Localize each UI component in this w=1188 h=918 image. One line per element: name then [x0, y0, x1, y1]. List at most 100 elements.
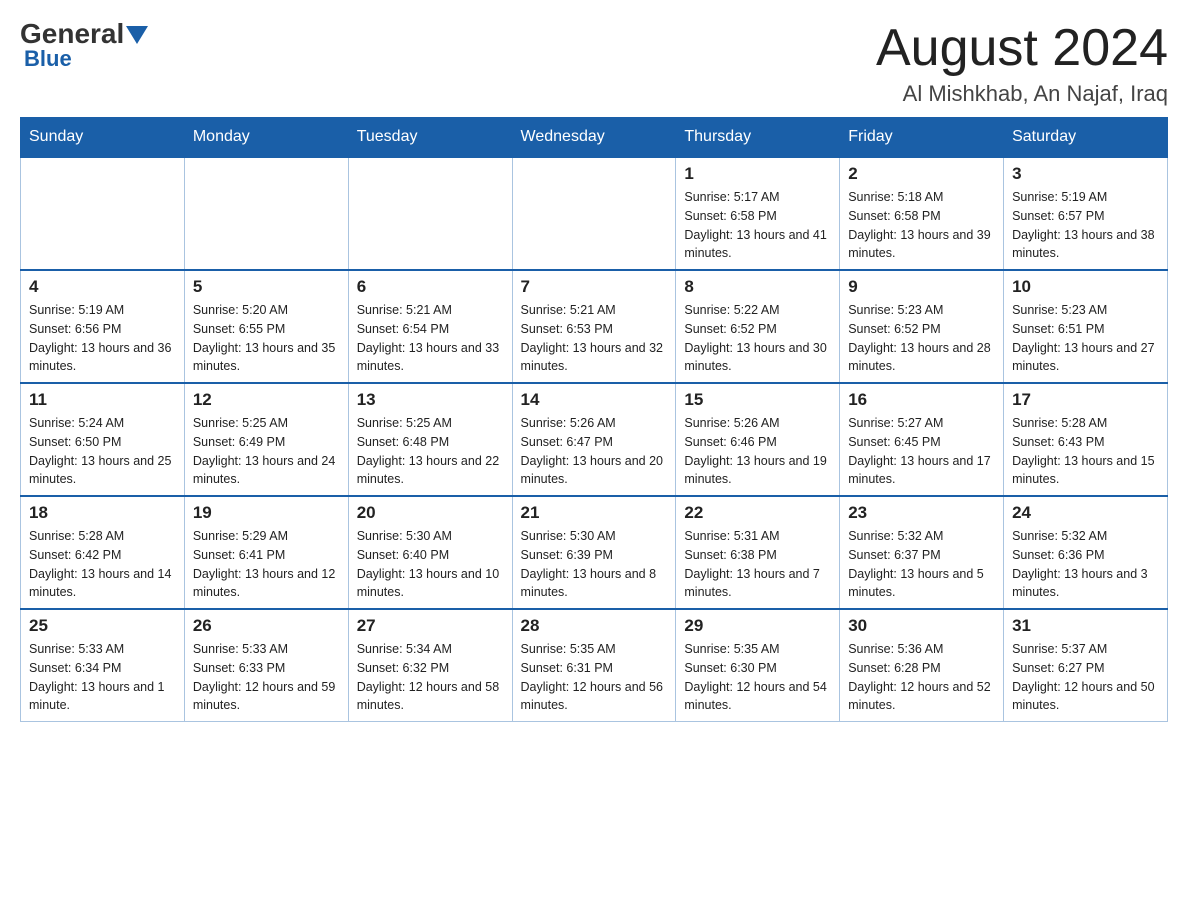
calendar-cell: 14 Sunrise: 5:26 AMSunset: 6:47 PMDayligh… [512, 383, 676, 496]
day-number: 15 [684, 390, 831, 410]
day-number: 16 [848, 390, 995, 410]
calendar-cell: 11Sunrise: 5:24 AMSunset: 6:50 PMDayligh… [21, 383, 185, 496]
weekday-header-sunday: Sunday [21, 118, 185, 158]
calendar-cell: 7 Sunrise: 5:21 AMSunset: 6:53 PMDaylight… [512, 270, 676, 383]
calendar-cell: 31Sunrise: 5:37 AMSunset: 6:27 PMDayligh… [1004, 609, 1168, 722]
day-number: 20 [357, 503, 504, 523]
calendar-cell: 29Sunrise: 5:35 AMSunset: 6:30 PMDayligh… [676, 609, 840, 722]
day-info: Sunrise: 5:23 AMSunset: 6:51 PMDaylight:… [1012, 303, 1154, 373]
weekday-header-friday: Friday [840, 118, 1004, 158]
day-info: Sunrise: 5:19 AMSunset: 6:56 PMDaylight:… [29, 303, 171, 373]
day-number: 31 [1012, 616, 1159, 636]
day-number: 10 [1012, 277, 1159, 297]
calendar-cell: 21Sunrise: 5:30 AMSunset: 6:39 PMDayligh… [512, 496, 676, 609]
day-number: 5 [193, 277, 340, 297]
day-info: Sunrise: 5:30 AMSunset: 6:40 PMDaylight:… [357, 529, 499, 599]
day-number: 12 [193, 390, 340, 410]
day-info: Sunrise: 5:21 AMSunset: 6:53 PMDaylight:… [521, 303, 663, 373]
calendar-cell: 13 Sunrise: 5:25 AMSunset: 6:48 PMDayligh… [348, 383, 512, 496]
day-info: Sunrise: 5:34 AMSunset: 6:32 PMDaylight:… [357, 642, 499, 712]
day-info: Sunrise: 5:17 AMSunset: 6:58 PMDaylight:… [684, 190, 826, 260]
calendar-cell: 6 Sunrise: 5:21 AMSunset: 6:54 PMDaylight… [348, 270, 512, 383]
calendar-cell: 10 Sunrise: 5:23 AMSunset: 6:51 PMDayligh… [1004, 270, 1168, 383]
day-number: 13 [357, 390, 504, 410]
day-info: Sunrise: 5:23 AMSunset: 6:52 PMDaylight:… [848, 303, 990, 373]
day-number: 6 [357, 277, 504, 297]
day-info: Sunrise: 5:26 AMSunset: 6:47 PMDaylight:… [521, 416, 663, 486]
location-title: Al Mishkhab, An Najaf, Iraq [876, 81, 1168, 107]
day-info: Sunrise: 5:33 AMSunset: 6:33 PMDaylight:… [193, 642, 335, 712]
logo: General Blue [20, 20, 148, 72]
day-info: Sunrise: 5:25 AMSunset: 6:48 PMDaylight:… [357, 416, 499, 486]
weekday-header-saturday: Saturday [1004, 118, 1168, 158]
day-number: 8 [684, 277, 831, 297]
calendar-cell: 20 Sunrise: 5:30 AMSunset: 6:40 PMDayligh… [348, 496, 512, 609]
day-number: 26 [193, 616, 340, 636]
calendar-cell: 19 Sunrise: 5:29 AMSunset: 6:41 PMDayligh… [184, 496, 348, 609]
day-number: 22 [684, 503, 831, 523]
day-info: Sunrise: 5:25 AMSunset: 6:49 PMDaylight:… [193, 416, 335, 486]
day-number: 4 [29, 277, 176, 297]
calendar-cell: 27Sunrise: 5:34 AMSunset: 6:32 PMDayligh… [348, 609, 512, 722]
day-info: Sunrise: 5:30 AMSunset: 6:39 PMDaylight:… [521, 529, 657, 599]
weekday-header-monday: Monday [184, 118, 348, 158]
calendar-cell: 2 Sunrise: 5:18 AMSunset: 6:58 PMDaylight… [840, 157, 1004, 270]
calendar-cell: 1 Sunrise: 5:17 AMSunset: 6:58 PMDaylight… [676, 157, 840, 270]
title-block: August 2024 Al Mishkhab, An Najaf, Iraq [876, 20, 1168, 107]
calendar-cell: 24 Sunrise: 5:32 AMSunset: 6:36 PMDayligh… [1004, 496, 1168, 609]
day-info: Sunrise: 5:28 AMSunset: 6:42 PMDaylight:… [29, 529, 171, 599]
calendar-cell: 9 Sunrise: 5:23 AMSunset: 6:52 PMDaylight… [840, 270, 1004, 383]
day-number: 2 [848, 164, 995, 184]
day-number: 19 [193, 503, 340, 523]
day-info: Sunrise: 5:27 AMSunset: 6:45 PMDaylight:… [848, 416, 990, 486]
month-title: August 2024 [876, 20, 1168, 77]
weekday-header-wednesday: Wednesday [512, 118, 676, 158]
calendar-cell: 8 Sunrise: 5:22 AMSunset: 6:52 PMDaylight… [676, 270, 840, 383]
page-header: General Blue August 2024 Al Mishkhab, An… [20, 20, 1168, 107]
calendar-cell: 12 Sunrise: 5:25 AMSunset: 6:49 PMDayligh… [184, 383, 348, 496]
calendar-cell [348, 157, 512, 270]
calendar-cell: 22Sunrise: 5:31 AMSunset: 6:38 PMDayligh… [676, 496, 840, 609]
day-info: Sunrise: 5:20 AMSunset: 6:55 PMDaylight:… [193, 303, 335, 373]
day-info: Sunrise: 5:18 AMSunset: 6:58 PMDaylight:… [848, 190, 990, 260]
day-number: 30 [848, 616, 995, 636]
day-number: 18 [29, 503, 176, 523]
calendar-cell: 5 Sunrise: 5:20 AMSunset: 6:55 PMDaylight… [184, 270, 348, 383]
calendar-cell: 3 Sunrise: 5:19 AMSunset: 6:57 PMDaylight… [1004, 157, 1168, 270]
day-number: 23 [848, 503, 995, 523]
calendar-cell [512, 157, 676, 270]
calendar-table: SundayMondayTuesdayWednesdayThursdayFrid… [20, 117, 1168, 722]
calendar-cell: 28 Sunrise: 5:35 AMSunset: 6:31 PMDayligh… [512, 609, 676, 722]
calendar-cell: 25Sunrise: 5:33 AMSunset: 6:34 PMDayligh… [21, 609, 185, 722]
weekday-header-thursday: Thursday [676, 118, 840, 158]
day-number: 7 [521, 277, 668, 297]
calendar-cell [21, 157, 185, 270]
calendar-cell [184, 157, 348, 270]
calendar-cell: 23 Sunrise: 5:32 AMSunset: 6:37 PMDayligh… [840, 496, 1004, 609]
day-info: Sunrise: 5:29 AMSunset: 6:41 PMDaylight:… [193, 529, 335, 599]
day-info: Sunrise: 5:35 AMSunset: 6:31 PMDaylight:… [521, 642, 663, 712]
day-info: Sunrise: 5:36 AMSunset: 6:28 PMDaylight:… [848, 642, 990, 712]
day-number: 1 [684, 164, 831, 184]
calendar-cell: 17 Sunrise: 5:28 AMSunset: 6:43 PMDayligh… [1004, 383, 1168, 496]
day-number: 14 [521, 390, 668, 410]
day-info: Sunrise: 5:28 AMSunset: 6:43 PMDaylight:… [1012, 416, 1154, 486]
day-info: Sunrise: 5:22 AMSunset: 6:52 PMDaylight:… [684, 303, 826, 373]
day-info: Sunrise: 5:32 AMSunset: 6:36 PMDaylight:… [1012, 529, 1148, 599]
day-number: 24 [1012, 503, 1159, 523]
day-number: 9 [848, 277, 995, 297]
logo-sub-text: Blue [24, 46, 72, 72]
day-number: 17 [1012, 390, 1159, 410]
weekday-header-tuesday: Tuesday [348, 118, 512, 158]
day-info: Sunrise: 5:21 AMSunset: 6:54 PMDaylight:… [357, 303, 499, 373]
day-number: 28 [521, 616, 668, 636]
calendar-cell: 18 Sunrise: 5:28 AMSunset: 6:42 PMDayligh… [21, 496, 185, 609]
day-number: 29 [684, 616, 831, 636]
calendar-cell: 4 Sunrise: 5:19 AMSunset: 6:56 PMDaylight… [21, 270, 185, 383]
day-number: 25 [29, 616, 176, 636]
calendar-cell: 26 Sunrise: 5:33 AMSunset: 6:33 PMDayligh… [184, 609, 348, 722]
day-number: 3 [1012, 164, 1159, 184]
day-info: Sunrise: 5:32 AMSunset: 6:37 PMDaylight:… [848, 529, 984, 599]
day-info: Sunrise: 5:19 AMSunset: 6:57 PMDaylight:… [1012, 190, 1154, 260]
calendar-cell: 30 Sunrise: 5:36 AMSunset: 6:28 PMDayligh… [840, 609, 1004, 722]
